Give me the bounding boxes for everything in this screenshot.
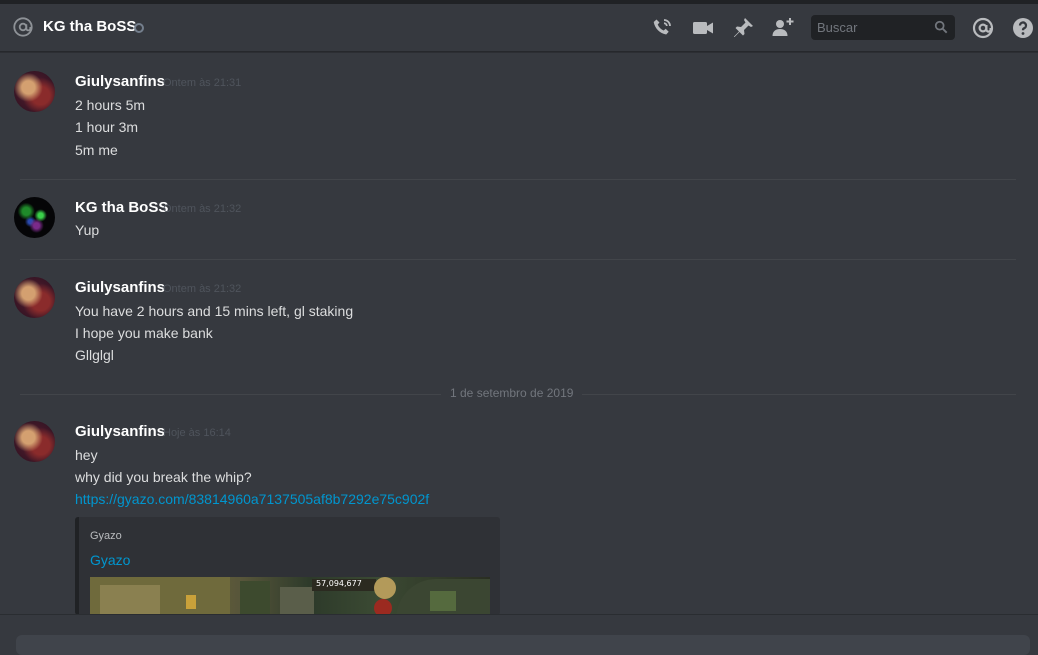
- message-divider: [20, 259, 1016, 260]
- avatar[interactable]: [14, 277, 55, 318]
- search-icon[interactable]: [934, 20, 948, 34]
- avatar[interactable]: [14, 197, 55, 238]
- message-timestamp: Hoje às 16:14: [163, 427, 231, 439]
- start-voice-call-icon[interactable]: [650, 16, 674, 40]
- message-timestamp: Ontem às 21:31: [163, 77, 242, 89]
- message-link[interactable]: https://gyazo.com/83814960a7137505af8b72…: [75, 491, 429, 507]
- avatar[interactable]: [14, 71, 55, 112]
- message-text: You have 2 hours and 15 mins left, gl st…: [75, 303, 354, 319]
- channel-header: KG tha BoSS: [0, 4, 1038, 52]
- composer-separator: [0, 614, 1038, 615]
- message-timestamp: Ontem às 21:32: [163, 203, 242, 215]
- channel-title: KG tha BoSS: [43, 18, 137, 35]
- embed-provider: Gyazo: [90, 530, 122, 542]
- message-list: Giulysanfins Ontem às 21:31 2 hours 5m 1…: [0, 53, 1038, 615]
- message-text: hey: [75, 447, 98, 463]
- message-composer[interactable]: [16, 635, 1030, 655]
- message-text: I hope you make bank: [75, 325, 213, 341]
- message-text: why did you break the whip?: [75, 469, 252, 485]
- message-text: Gllglgl: [75, 347, 114, 363]
- message-text: Yup: [75, 222, 100, 238]
- help-icon[interactable]: [1011, 16, 1035, 40]
- offline-status-icon: [134, 23, 144, 33]
- message-author[interactable]: KG tha BoSS: [75, 199, 168, 216]
- message-text: 5m me: [75, 142, 118, 158]
- video-call-icon[interactable]: [691, 16, 715, 40]
- search-input[interactable]: [811, 15, 931, 40]
- message-text: 2 hours 5m: [75, 97, 146, 113]
- search-bar[interactable]: [811, 15, 955, 40]
- link-embed: Gyazo Gyazo 57,094,677: [75, 517, 500, 615]
- pin-icon[interactable]: [731, 16, 755, 40]
- message-author[interactable]: Giulysanfins: [75, 423, 165, 440]
- embed-image[interactable]: 57,094,677: [90, 577, 490, 615]
- embed-title[interactable]: Gyazo: [90, 552, 130, 568]
- at-icon: [13, 17, 33, 37]
- avatar[interactable]: [14, 421, 55, 462]
- message-author[interactable]: Giulysanfins: [75, 73, 165, 90]
- message-text: 1 hour 3m: [75, 119, 139, 135]
- message-timestamp: Ontem às 21:32: [163, 283, 242, 295]
- mentions-icon[interactable]: [971, 16, 995, 40]
- add-friend-icon[interactable]: [771, 16, 795, 40]
- date-divider-label: 1 de setembro de 2019: [441, 386, 583, 400]
- message-author[interactable]: Giulysanfins: [75, 279, 165, 296]
- message-divider: [20, 179, 1016, 180]
- embed-image-text: 57,094,677: [316, 579, 362, 588]
- message-link-line: https://gyazo.com/83814960a7137505af8b72…: [75, 491, 429, 507]
